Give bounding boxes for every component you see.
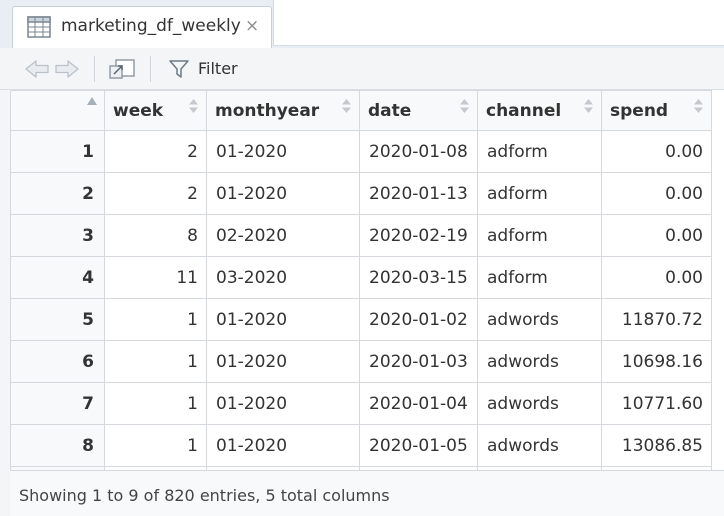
cell-spend: 0.00 <box>601 130 712 173</box>
cell-channel: adwords <box>477 298 602 341</box>
cell-date: 2020-01-04 <box>359 382 478 425</box>
cell-date: 2020-01-05 <box>359 424 478 467</box>
cell-channel: adform <box>477 214 602 257</box>
cell-date: 2020-01-02 <box>359 298 478 341</box>
cell-spend: 0.00 <box>601 214 712 257</box>
column-header-label: week <box>113 100 164 121</box>
cell-week: 1 <box>104 340 207 383</box>
rownum-header[interactable] <box>10 90 105 131</box>
row-number: 5 <box>10 298 105 341</box>
sort-icon <box>189 99 198 113</box>
cell-monthyear: 01-2020 <box>206 424 360 467</box>
popout-window-icon[interactable] <box>108 58 136 80</box>
cell-date: 2020-02-19 <box>359 214 478 257</box>
cell-spend: 11870.72 <box>601 298 712 341</box>
row-number: 1 <box>10 130 105 173</box>
cell-monthyear: 02-2020 <box>206 214 360 257</box>
column-header-label: monthyear <box>215 100 320 121</box>
cell-date: 2020-03-15 <box>359 256 478 299</box>
tab-strip-empty-area <box>273 0 724 46</box>
data-grid: week monthyear date channel spend 1 2 01… <box>10 90 724 470</box>
table-grid-icon <box>27 16 51 38</box>
cell-channel: adform <box>477 256 602 299</box>
cell-spend: 0.00 <box>601 256 712 299</box>
filter-label: Filter <box>198 59 238 78</box>
toolbar-separator <box>94 56 95 82</box>
cell-date: 2020-01-08 <box>359 130 478 173</box>
cell-monthyear: 01-2020 <box>206 130 360 173</box>
status-bar: Showing 1 to 9 of 820 entries, 5 total c… <box>10 470 724 516</box>
row-number: 4 <box>10 256 105 299</box>
cell-spend: 10698.16 <box>601 340 712 383</box>
column-header-monthyear[interactable]: monthyear <box>206 90 360 131</box>
row-number: 6 <box>10 340 105 383</box>
row-number: 7 <box>10 382 105 425</box>
cell-channel: adwords <box>477 340 602 383</box>
tab-strip: marketing_df_weekly × <box>0 0 724 48</box>
table-row[interactable]: 3 8 02-2020 2020-02-19 adform 0.00 <box>10 214 712 257</box>
cell-monthyear: 01-2020 <box>206 340 360 383</box>
table-row[interactable]: 4 11 03-2020 2020-03-15 adform 0.00 <box>10 256 712 299</box>
cell-week: 8 <box>104 214 207 257</box>
column-header-spend[interactable]: spend <box>601 90 712 131</box>
table-row[interactable]: 5 1 01-2020 2020-01-02 adwords 11870.72 <box>10 298 712 341</box>
header-row: week monthyear date channel spend <box>10 90 712 131</box>
arrow-right-icon[interactable] <box>54 58 80 80</box>
cell-date: 2020-01-13 <box>359 172 478 215</box>
data-table: week monthyear date channel spend 1 2 01… <box>10 90 712 470</box>
cell-date: 2020-01-03 <box>359 340 478 383</box>
cell-monthyear: 03-2020 <box>206 256 360 299</box>
row-number: 2 <box>10 172 105 215</box>
left-gutter <box>0 90 10 516</box>
cell-monthyear: 01-2020 <box>206 298 360 341</box>
cell-spend: 13086.85 <box>601 424 712 467</box>
sort-icon <box>694 99 703 113</box>
sort-icon <box>460 99 469 113</box>
column-header-label: channel <box>486 100 562 121</box>
column-header-week[interactable]: week <box>104 90 207 131</box>
column-header-label: date <box>368 100 412 121</box>
tab-marketing-df-weekly[interactable]: marketing_df_weekly × <box>12 6 272 48</box>
table-row[interactable]: 1 2 01-2020 2020-01-08 adform 0.00 <box>10 130 712 173</box>
cell-week: 1 <box>104 298 207 341</box>
tab-label: marketing_df_weekly <box>61 16 241 36</box>
table-row[interactable]: 7 1 01-2020 2020-01-04 adwords 10771.60 <box>10 382 712 425</box>
funnel-icon <box>169 60 189 78</box>
cell-spend: 10771.60 <box>601 382 712 425</box>
row-number: 3 <box>10 214 105 257</box>
cell-week: 1 <box>104 382 207 425</box>
cell-week: 2 <box>104 172 207 215</box>
toolbar-separator <box>150 56 151 82</box>
cell-spend: 0.00 <box>601 172 712 215</box>
column-header-label: spend <box>610 100 669 121</box>
table-row[interactable]: 8 1 01-2020 2020-01-05 adwords 13086.85 <box>10 424 712 467</box>
status-text: Showing 1 to 9 of 820 entries, 5 total c… <box>19 486 390 505</box>
tab-close-icon[interactable]: × <box>245 16 259 36</box>
cell-channel: adform <box>477 130 602 173</box>
column-header-date[interactable]: date <box>359 90 478 131</box>
arrow-left-icon[interactable] <box>24 58 50 80</box>
cell-channel: adwords <box>477 424 602 467</box>
cell-channel: adwords <box>477 382 602 425</box>
cell-monthyear: 01-2020 <box>206 382 360 425</box>
sort-icon <box>584 99 593 113</box>
table-row[interactable]: 6 1 01-2020 2020-01-03 adwords 10698.16 <box>10 340 712 383</box>
column-header-channel[interactable]: channel <box>477 90 602 131</box>
sort-asc-icon <box>87 97 97 105</box>
cell-monthyear: 01-2020 <box>206 172 360 215</box>
cell-channel: adform <box>477 172 602 215</box>
table-row[interactable]: 2 2 01-2020 2020-01-13 adform 0.00 <box>10 172 712 215</box>
cell-week: 1 <box>104 424 207 467</box>
cell-week: 2 <box>104 130 207 173</box>
cell-week: 11 <box>104 256 207 299</box>
sort-icon <box>342 99 351 113</box>
toolbar: Filter <box>0 48 724 90</box>
row-number: 8 <box>10 424 105 467</box>
